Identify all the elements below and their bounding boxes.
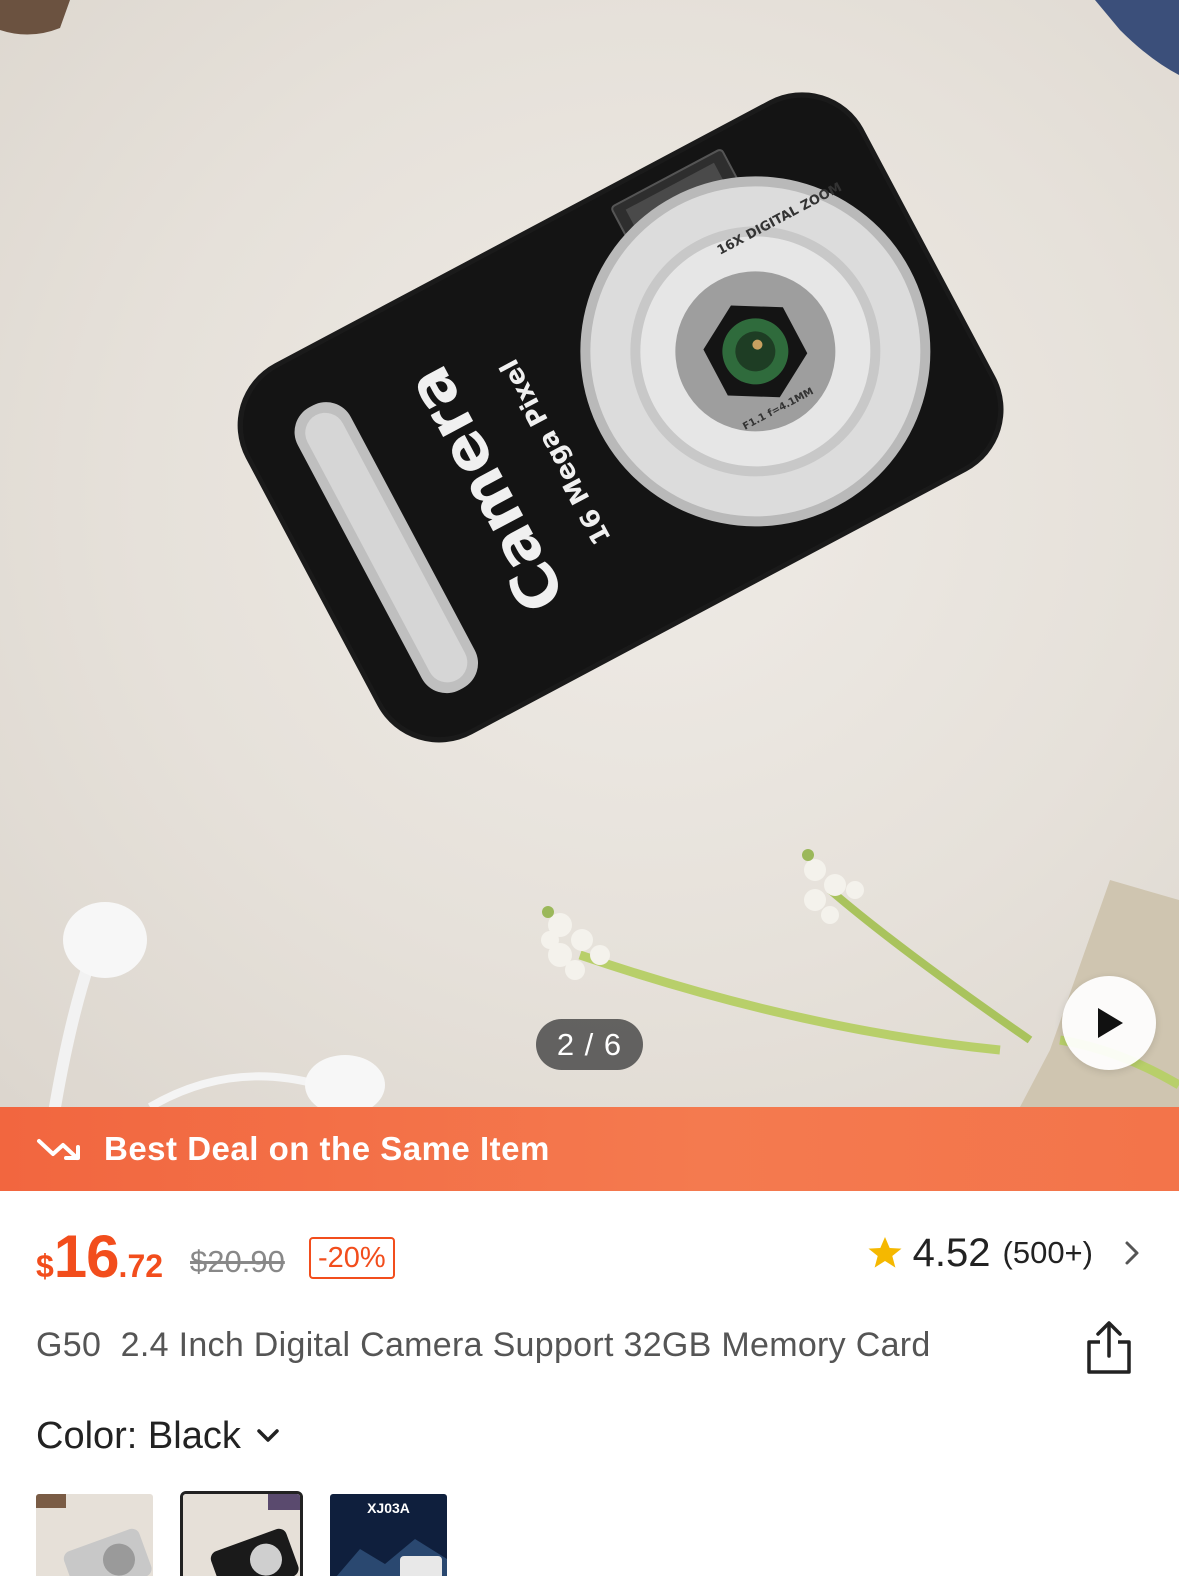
price-currency: $ [36, 1248, 54, 1284]
color-label: Color: Black [36, 1414, 241, 1457]
product-image-gallery[interactable]: Camera 16 Mega Pixel 16X DIGITAL ZOOM F1… [0, 0, 1179, 1107]
swatch-silver-image [36, 1494, 153, 1576]
swatch-black[interactable] [180, 1491, 303, 1576]
swatch-silver[interactable] [36, 1494, 153, 1576]
color-swatches: XJ03A [36, 1491, 447, 1576]
play-icon [1098, 1008, 1123, 1038]
rating-count: (500+) [1002, 1235, 1093, 1270]
product-photo: Camera 16 Mega Pixel 16X DIGITAL ZOOM F1… [0, 0, 1179, 1107]
swatch-black-image [183, 1494, 300, 1576]
product-title-row: G50 2.4 Inch Digital Camera Support 32GB… [36, 1320, 1143, 1380]
price-integer: 16 [53, 1223, 120, 1290]
deal-banner-title: Best Deal on the Same Item [104, 1130, 550, 1167]
price-decimal: .72 [118, 1248, 164, 1284]
image-counter: 2 / 6 [536, 1019, 643, 1070]
trend-down-icon [37, 1139, 80, 1160]
share-icon[interactable] [1085, 1320, 1133, 1376]
chevron-right-icon [1125, 1241, 1139, 1265]
chevron-down-icon [257, 1429, 279, 1442]
swatch-xj03a[interactable]: XJ03A [330, 1494, 447, 1576]
discount-badge: -20% [309, 1237, 395, 1279]
star-icon [868, 1237, 902, 1268]
price-row: $16.72 $20.90 -20% 4.52 (500+) [36, 1222, 1143, 1292]
color-selector[interactable]: Color: Black [36, 1410, 281, 1462]
swatch-xj03a-label: XJ03A [367, 1500, 410, 1516]
rating-summary[interactable]: 4.52 (500+) [867, 1228, 1143, 1278]
best-deal-banner[interactable]: Best Deal on the Same Item [0, 1107, 1179, 1191]
rating-score: 4.52 [912, 1230, 991, 1275]
product-title: G50 2.4 Inch Digital Camera Support 32GB… [36, 1326, 931, 1364]
original-price: $20.90 [190, 1244, 285, 1279]
play-video-button[interactable] [1062, 976, 1156, 1070]
current-price: $16.72 [36, 1222, 163, 1291]
